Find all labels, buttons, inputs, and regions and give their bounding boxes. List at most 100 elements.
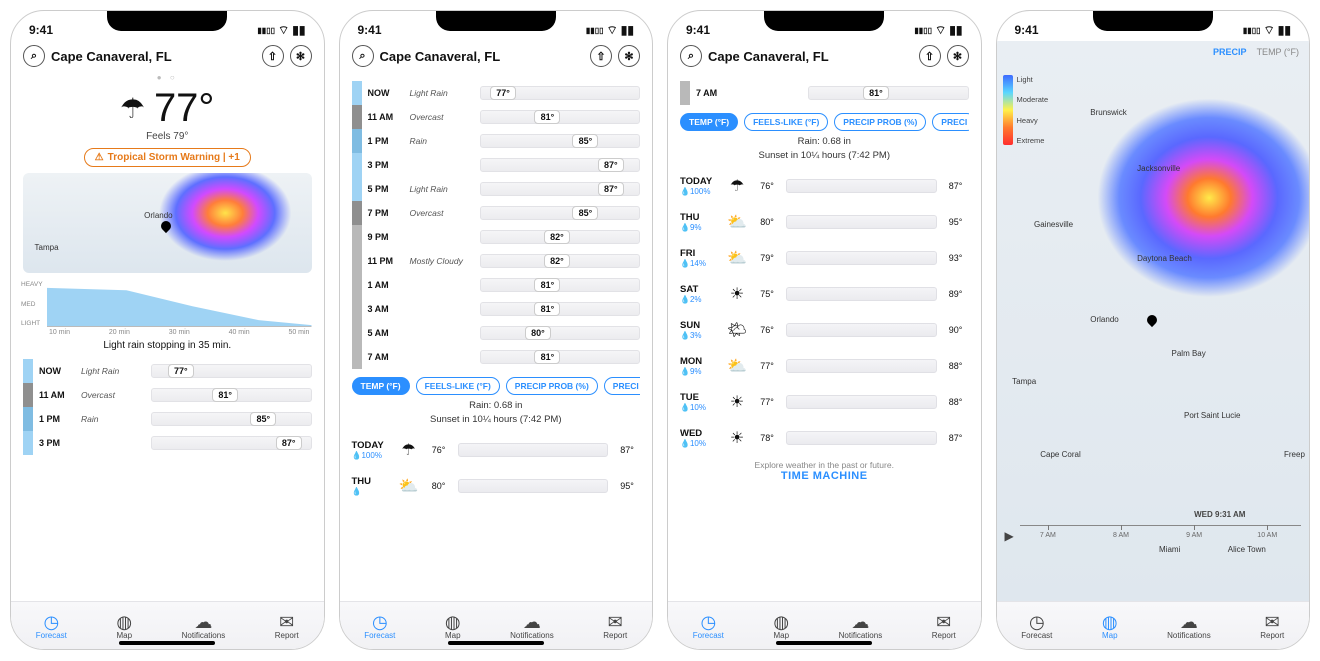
hourly-row[interactable]: 7 PMOvercast85° — [352, 201, 641, 225]
tab-report[interactable]: ✉Report — [275, 613, 299, 640]
hour-temp: 87° — [598, 158, 624, 172]
map-timeline: ▶ WED 9:31 AM 7 AM 8 AM 9 AM 10 AM — [1005, 525, 1302, 547]
search-icon[interactable]: ⌕ — [352, 45, 374, 67]
metric-pill[interactable]: PRECI — [604, 377, 640, 395]
daily-row[interactable]: TODAY💧100%☂76°87° — [680, 168, 969, 204]
location-name[interactable]: Cape Canaveral, FL — [51, 49, 172, 64]
precip-pct: 💧10% — [680, 403, 720, 412]
content-area[interactable]: ● ○ ☂ 77° Feels 79° ⚠ Tropical Storm War… — [11, 73, 324, 601]
screen-forecast-overview: 9:41 ▮▮▯▯ ⌔ ▮▮ ⌕ Cape Canaveral, FL ⇧ ✻ … — [10, 10, 325, 650]
metric-pill[interactable]: TEMP (°F) — [680, 113, 738, 131]
map-icon: ◍ — [773, 613, 789, 631]
daily-row[interactable]: THU💧9%⛅80°95° — [680, 204, 969, 240]
location-name[interactable]: Cape Canaveral, FL — [708, 49, 829, 64]
daily-row[interactable]: SUN💧3%🌤76°90° — [680, 312, 969, 348]
hourly-row[interactable]: NOWLight Rain77° — [23, 359, 312, 383]
hourly-row[interactable]: NOWLight Rain77° — [352, 81, 641, 105]
precip-pct: 💧 — [352, 487, 392, 496]
time-machine-link[interactable]: TIME MACHINE — [680, 470, 969, 482]
daily-row[interactable]: WED💧10%☀78°87° — [680, 420, 969, 456]
metric-pill[interactable]: TEMP (°F) — [352, 377, 410, 395]
map-content[interactable]: PRECIP TEMP (°F) Light Moderate Heavy Ex… — [997, 41, 1310, 601]
home-indicator[interactable] — [776, 641, 872, 645]
settings-icon[interactable]: ✻ — [947, 45, 969, 67]
share-icon[interactable]: ⇧ — [919, 45, 941, 67]
content-area[interactable]: 7 AM 81° TEMP (°F) FEELS-LIKE (°F) PRECIP … — [668, 73, 981, 601]
daily-row[interactable]: TUE💧10%☀77°88° — [680, 384, 969, 420]
hourly-row[interactable]: 3 AM81° — [352, 297, 641, 321]
settings-icon[interactable]: ✻ — [618, 45, 640, 67]
screen-map: 9:41 ▮▮▯▯⌔▮▮ PRECIP TEMP (°F) Light Mode… — [996, 10, 1311, 650]
daily-row[interactable]: TODAY💧100%☂76°87° — [352, 432, 641, 468]
content-area[interactable]: NOWLight Rain77°11 AMOvercast81°1 PMRain… — [340, 73, 653, 601]
weather-alert-pill[interactable]: ⚠ Tropical Storm Warning | +1 — [84, 148, 251, 167]
metric-pill[interactable]: FEELS-LIKE (°F) — [744, 113, 828, 131]
tab-report[interactable]: ✉Report — [932, 613, 956, 640]
timeline-track[interactable]: WED 9:31 AM 7 AM 8 AM 9 AM 10 AM — [1020, 525, 1301, 547]
metric-pill[interactable]: PRECIP PROB (%) — [834, 113, 926, 131]
hour-range: 85° — [151, 412, 312, 426]
tab-notifications[interactable]: ☁Notifications — [510, 613, 554, 640]
toggle-temp[interactable]: TEMP (°F) — [1257, 47, 1299, 57]
tab-forecast[interactable]: ◷Forecast — [693, 613, 724, 640]
hour-time: 7 PM — [368, 208, 404, 218]
hourly-row[interactable]: 3 PM87° — [23, 431, 312, 455]
metric-pill[interactable]: PRECI — [932, 113, 968, 131]
page-dots[interactable]: ● ○ — [23, 73, 312, 82]
drop-icon: 💧 — [680, 295, 690, 304]
hourly-row[interactable]: 7 AM 81° — [680, 81, 969, 105]
tab-forecast[interactable]: ◷Forecast — [1021, 613, 1052, 640]
hourly-row[interactable]: 1 PMRain85° — [23, 407, 312, 431]
wifi-icon: ⌔ — [278, 23, 289, 38]
hourly-row[interactable]: 1 AM81° — [352, 273, 641, 297]
status-icons: ▮▮▯▯⌔▮▮ — [914, 23, 962, 38]
metric-pill[interactable]: PRECIP PROB (%) — [506, 377, 598, 395]
toggle-precip[interactable]: PRECIP — [1213, 47, 1247, 57]
share-icon[interactable]: ⇧ — [262, 45, 284, 67]
hourly-row[interactable]: 3 PM87° — [352, 153, 641, 177]
hourly-row[interactable]: 11 PMMostly Cloudy82° — [352, 249, 641, 273]
tab-report[interactable]: ✉Report — [1260, 613, 1284, 640]
tab-map[interactable]: ◍Map — [773, 613, 789, 640]
hour-condition: Light Rain — [410, 184, 474, 194]
search-icon[interactable]: ⌕ — [680, 45, 702, 67]
intensity-bar — [352, 273, 362, 297]
temp-range-bar — [786, 431, 937, 445]
home-indicator[interactable] — [448, 641, 544, 645]
hourly-row[interactable]: 7 AM81° — [352, 345, 641, 369]
play-icon[interactable]: ▶ — [1005, 529, 1014, 543]
tab-map[interactable]: ◍Map — [445, 613, 461, 640]
radar-minimap[interactable]: Orlando Tampa — [23, 173, 312, 273]
tab-forecast[interactable]: ◷Forecast — [36, 613, 67, 640]
tab-notifications[interactable]: ☁Notifications — [182, 613, 226, 640]
tab-notifications[interactable]: ☁Notifications — [1167, 613, 1211, 640]
intensity-bar — [680, 81, 690, 105]
daily-row[interactable]: THU💧⛅80°95° — [352, 468, 641, 504]
share-icon[interactable]: ⇧ — [590, 45, 612, 67]
hourly-row[interactable]: 1 PMRain85° — [352, 129, 641, 153]
home-indicator[interactable] — [119, 641, 215, 645]
hourly-row[interactable]: 11 AMOvercast81° — [352, 105, 641, 129]
hourly-row[interactable]: 5 AM80° — [352, 321, 641, 345]
daily-row[interactable]: SAT💧2%☀75°89° — [680, 276, 969, 312]
tab-forecast[interactable]: ◷Forecast — [364, 613, 395, 640]
temp-range-bar — [786, 323, 937, 337]
settings-icon[interactable]: ✻ — [290, 45, 312, 67]
tab-report[interactable]: ✉Report — [603, 613, 627, 640]
hourly-row[interactable]: 11 AMOvercast81° — [23, 383, 312, 407]
daily-row[interactable]: FRI💧14%⛅79°93° — [680, 240, 969, 276]
radar-map[interactable]: PRECIP TEMP (°F) Light Moderate Heavy Ex… — [997, 41, 1310, 601]
day-name: TUE — [680, 392, 720, 403]
hourly-row[interactable]: 9 PM82° — [352, 225, 641, 249]
tab-notifications[interactable]: ☁Notifications — [839, 613, 883, 640]
tab-map[interactable]: ◍Map — [116, 613, 132, 640]
hourly-row[interactable]: 5 PMLight Rain87° — [352, 177, 641, 201]
tab-map[interactable]: ◍Map — [1102, 613, 1118, 640]
daily-row[interactable]: MON💧9%⛅77°88° — [680, 348, 969, 384]
hour-range: 87° — [480, 182, 641, 196]
search-icon[interactable]: ⌕ — [23, 45, 45, 67]
forecast-icon: ◷ — [693, 613, 724, 631]
location-name[interactable]: Cape Canaveral, FL — [380, 49, 501, 64]
metric-pill[interactable]: FEELS-LIKE (°F) — [416, 377, 500, 395]
status-icons: ▮▮▯▯ ⌔ ▮▮ — [257, 23, 305, 38]
